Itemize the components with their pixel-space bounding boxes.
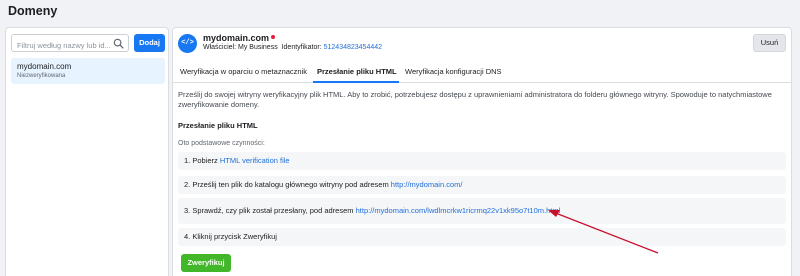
step-2: 2. Prześlij ten plik do katalogu główneg… bbox=[178, 176, 786, 194]
section-heading: Przesłanie pliku HTML bbox=[178, 121, 258, 130]
intro-text: Prześlij do swojej witryny weryfikacyjny… bbox=[178, 90, 772, 109]
domain-id-link[interactable]: 512434823454442 bbox=[324, 44, 382, 51]
domain-name: mydomain.com bbox=[203, 33, 270, 43]
domains-list-panel: Dodaj mydomain.com Niezweryfikowana bbox=[5, 27, 169, 276]
domain-details-panel: </> mydomain.com Właściciel: My Business… bbox=[172, 27, 792, 276]
step-2-text: 2. Prześlij ten plik do katalogu główneg… bbox=[184, 180, 391, 189]
step-1: 1. Pobierz HTML verification file bbox=[178, 152, 786, 170]
tab-meta-tag[interactable]: Weryfikacja w oparciu o metaznacznik bbox=[180, 61, 307, 83]
domain-list-item-name: mydomain.com bbox=[17, 62, 72, 71]
tab-dns[interactable]: Weryfikacja konfiguracji DNS bbox=[405, 61, 502, 83]
step-3-text: 3. Sprawdź, czy plik został przesłany, p… bbox=[184, 206, 356, 215]
search-icon[interactable] bbox=[113, 38, 124, 49]
owner-value: My Business bbox=[238, 44, 278, 51]
verification-tabs: Weryfikacja w oparciu o metaznacznik Prz… bbox=[173, 61, 791, 83]
tab-content: Prześlij do swojej witryny weryfikacyjny… bbox=[178, 90, 786, 272]
delete-button[interactable]: Usuń bbox=[753, 34, 786, 52]
search-input[interactable] bbox=[12, 37, 112, 54]
search-box[interactable] bbox=[11, 34, 129, 54]
uploaded-file-link[interactable]: http://mydomain.com/lwdlmcrkw1ricrmq22v1… bbox=[356, 206, 561, 215]
domain-list-item[interactable]: mydomain.com Niezweryfikowana bbox=[11, 58, 165, 84]
code-icon: </> bbox=[178, 34, 197, 53]
verify-button[interactable]: Zweryfikuj bbox=[181, 254, 231, 272]
page-title: Domeny bbox=[8, 4, 58, 18]
step-4: 4. Kliknij przycisk Zweryfikuj bbox=[178, 228, 786, 246]
step-3: 3. Sprawdź, czy plik został przesłany, p… bbox=[178, 198, 786, 224]
unverified-status-dot bbox=[271, 34, 276, 39]
tab-html-upload[interactable]: Przesłanie pliku HTML bbox=[313, 61, 399, 83]
add-button[interactable]: Dodaj bbox=[134, 34, 165, 52]
domain-meta: Właściciel: My Business Identyfikator: 5… bbox=[203, 44, 382, 51]
html-file-download-link[interactable]: HTML verification file bbox=[220, 156, 290, 165]
steps-caption: Oto podstawowe czynności: bbox=[178, 140, 265, 147]
id-label: Identyfikator: bbox=[281, 44, 322, 51]
owner-label: Właściciel: bbox=[203, 44, 237, 51]
domain-list-item-status: Niezweryfikowana bbox=[17, 73, 66, 79]
step-4-text: 4. Kliknij przycisk Zweryfikuj bbox=[184, 232, 277, 241]
step-1-text: 1. Pobierz bbox=[184, 156, 220, 165]
domain-title: mydomain.com bbox=[203, 33, 276, 43]
site-root-link[interactable]: http://mydomain.com/ bbox=[391, 180, 463, 189]
